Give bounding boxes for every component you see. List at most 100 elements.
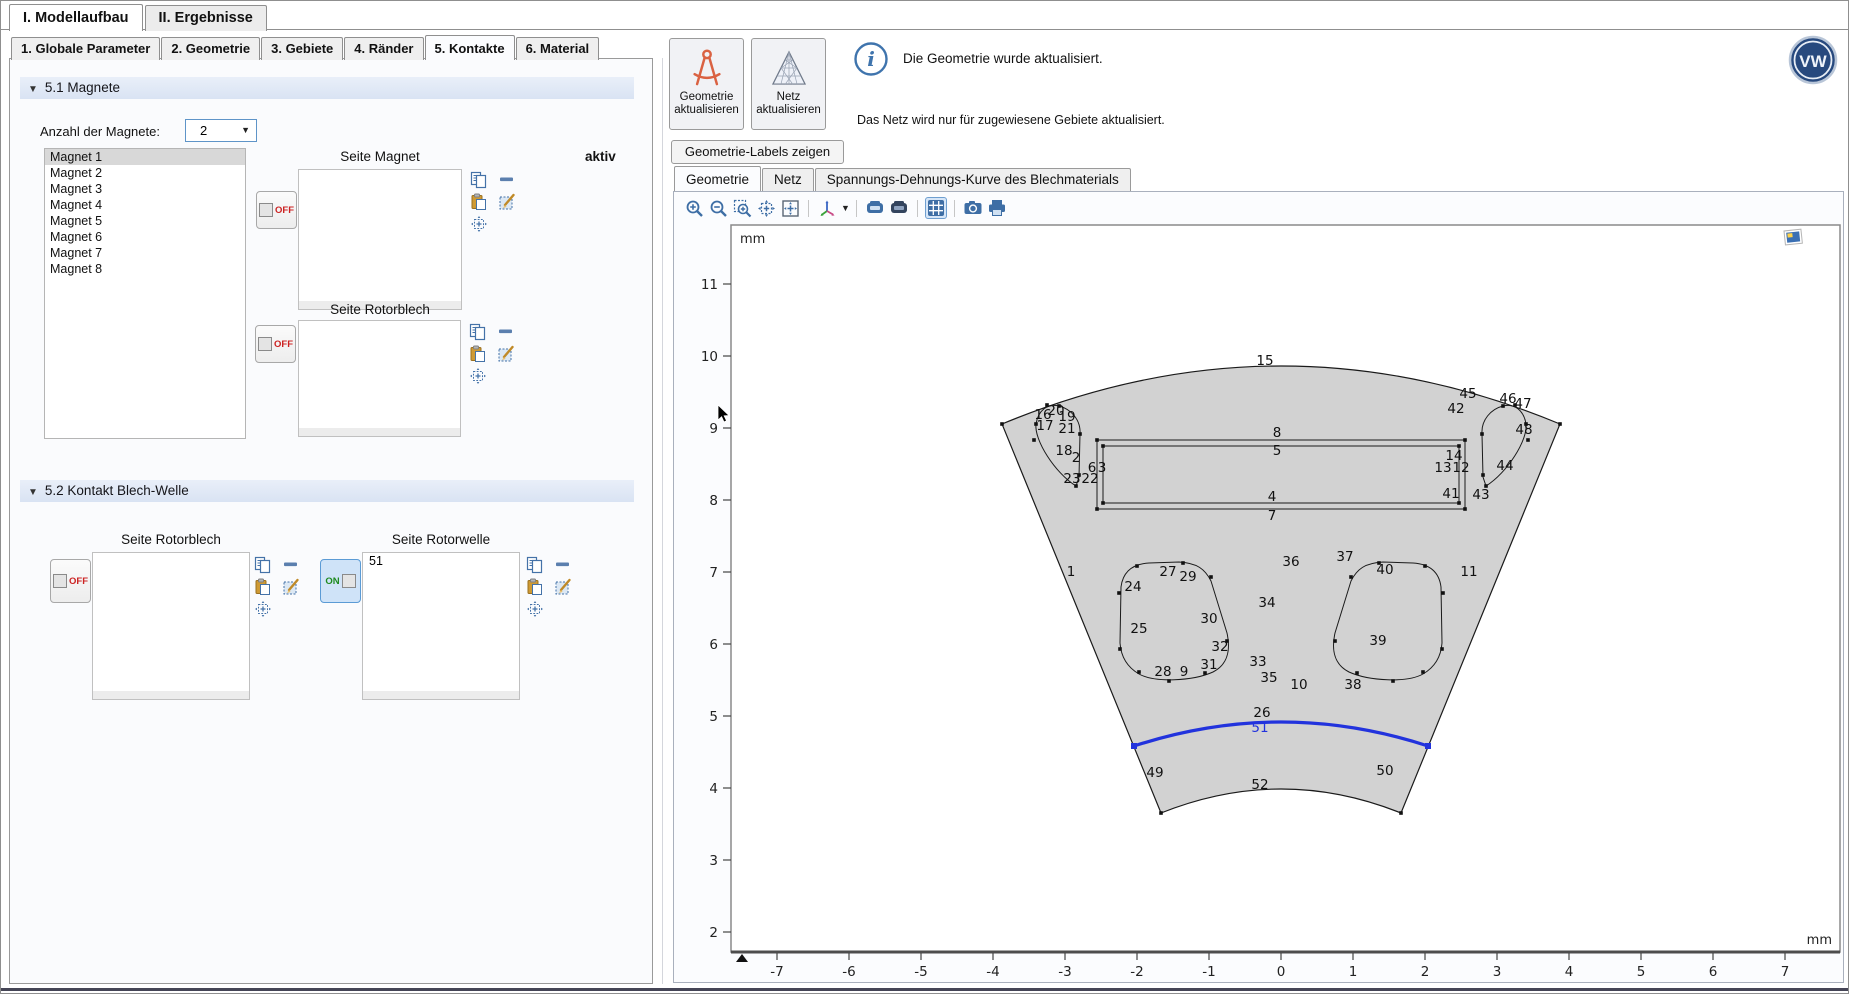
paste-selection-icon[interactable]: [469, 345, 487, 363]
netz-aktualisieren-button[interactable]: Netz aktualisieren: [751, 38, 826, 130]
kontakt-rotorwelle-toggle[interactable]: ON: [320, 559, 361, 603]
paste-selection-icon[interactable]: [526, 578, 544, 596]
edge-label-2: 2: [1072, 450, 1081, 466]
y-tick-label: 2: [709, 925, 718, 941]
geometry-plot-svg: 1516201917211822322638547141312414344484…: [674, 192, 1845, 984]
zoom-to-selection-icon[interactable]: [470, 215, 488, 233]
section-header-magnete[interactable]: ▼5.1 Magnete: [20, 77, 634, 99]
vertex-dot: [1095, 507, 1099, 511]
y-tick-label: 5: [709, 709, 718, 725]
edge-label-45: 45: [1459, 386, 1476, 402]
panel-splitter[interactable]: [662, 58, 663, 984]
edge-label-24: 24: [1124, 579, 1141, 595]
tab-ergebnisse[interactable]: II. Ergebnisse: [145, 5, 267, 31]
magnet-list-item[interactable]: Magnet 7: [45, 245, 245, 261]
geometrie-aktualisieren-button[interactable]: Geometrie aktualisieren: [669, 38, 744, 130]
zoom-out-icon[interactable]: [707, 197, 729, 219]
edge-label-17: 17: [1036, 418, 1053, 434]
geometry-plot[interactable]: 1516201917211822322638547141312414344484…: [674, 192, 1845, 984]
image-copy-icon[interactable]: [864, 197, 886, 219]
vertex-dot: [1118, 647, 1122, 651]
paste-selection-icon[interactable]: [470, 193, 488, 211]
copy-selection-icon[interactable]: [470, 171, 488, 189]
zoom-selected-icon[interactable]: [755, 197, 777, 219]
view-tab-geometrie[interactable]: Geometrie: [674, 166, 761, 191]
magnet-list[interactable]: Magnet 1Magnet 2Magnet 3Magnet 4Magnet 5…: [44, 148, 246, 439]
image-save-icon[interactable]: [888, 197, 910, 219]
subtab-5-kontakte[interactable]: 5. Kontakte: [425, 35, 515, 60]
zoom-to-selection-icon[interactable]: [254, 600, 272, 618]
clear-selection-icon[interactable]: [498, 193, 516, 211]
copy-selection-icon[interactable]: [469, 323, 487, 341]
magnet-list-item[interactable]: Magnet 8: [45, 261, 245, 277]
magnet-list-item[interactable]: Magnet 2: [45, 165, 245, 181]
kontakt-rotorblech-selection-box[interactable]: [92, 552, 250, 700]
remove-selection-icon[interactable]: [554, 556, 572, 574]
copy-selection-icon[interactable]: [526, 556, 544, 574]
mesh-triangle-icon: [752, 47, 825, 91]
edge-label-36: 36: [1282, 554, 1299, 570]
clear-selection-icon[interactable]: [554, 578, 572, 596]
clear-selection-icon[interactable]: [282, 578, 300, 596]
zoom-to-selection-icon[interactable]: [469, 367, 487, 385]
zoom-in-icon[interactable]: [683, 197, 705, 219]
edge-label-48: 48: [1515, 422, 1532, 438]
anzahl-dropdown[interactable]: 2 ▼: [185, 119, 257, 142]
kontakt-rotorwelle-selection-box[interactable]: 51: [362, 552, 520, 700]
remove-selection-icon[interactable]: [498, 171, 516, 189]
magnet-list-item[interactable]: Magnet 6: [45, 229, 245, 245]
subtab-3-gebiete[interactable]: 3. Gebiete: [261, 37, 343, 60]
section-header-kontakt[interactable]: ▼5.2 Kontakt Blech-Welle: [20, 480, 634, 502]
magnet-list-item[interactable]: Magnet 4: [45, 197, 245, 213]
app-window: I. Modellaufbau II. Ergebnisse 1. Global…: [0, 0, 1849, 994]
collapse-caret-icon[interactable]: ▼: [28, 482, 38, 504]
tab-modellaufbau[interactable]: I. Modellaufbau: [9, 4, 143, 31]
seite-magnet-selection-box[interactable]: [298, 169, 462, 310]
graphics-toolbar: ▼: [682, 196, 1009, 220]
remove-selection-icon[interactable]: [282, 556, 300, 574]
zoom-extents-icon[interactable]: [779, 197, 801, 219]
magnet-list-item[interactable]: Magnet 5: [45, 213, 245, 229]
seite-rotorblech-selection-box[interactable]: [298, 320, 461, 437]
seite-rotorblech-toggle[interactable]: OFF: [255, 325, 296, 363]
axis-orientation-icon[interactable]: [816, 197, 838, 219]
edge-label-21: 21: [1058, 421, 1075, 437]
edge-label-6: 6: [1088, 460, 1097, 476]
grid-toggle-icon[interactable]: [925, 197, 947, 219]
subtab-1-globale-parameter[interactable]: 1. Globale Parameter: [11, 37, 160, 60]
subtab-6-material[interactable]: 6. Material: [516, 37, 600, 60]
magnet-list-item[interactable]: Magnet 3: [45, 181, 245, 197]
clear-selection-icon[interactable]: [497, 345, 515, 363]
y-tick-label: 6: [709, 637, 718, 653]
edge-label-32: 32: [1211, 639, 1228, 655]
vertex-dot: [1135, 564, 1139, 568]
subtab-2-geometrie[interactable]: 2. Geometrie: [161, 37, 260, 60]
remove-selection-icon[interactable]: [497, 323, 515, 341]
subtab-4-ränder[interactable]: 4. Ränder: [344, 37, 423, 60]
geometrie-labels-zeigen-button[interactable]: Geometrie-Labels zeigen: [671, 140, 844, 164]
camera-snapshot-icon[interactable]: [962, 197, 984, 219]
zoom-box-icon[interactable]: [731, 197, 753, 219]
magnet-list-item[interactable]: Magnet 1: [45, 149, 245, 165]
view-tab-netz[interactable]: Netz: [762, 168, 814, 191]
axis-dropdown-caret-icon[interactable]: ▼: [841, 203, 850, 213]
seite-magnet-toggle[interactable]: OFF: [256, 191, 297, 229]
kontakt-rotorblech-toggle[interactable]: OFF: [50, 559, 91, 603]
view-tab-spannungs-dehnungs-kurve[interactable]: Spannungs-Dehnungs-Kurve des Blechmateri…: [815, 168, 1131, 191]
collapse-caret-icon[interactable]: ▼: [28, 79, 38, 101]
edge-label-33: 33: [1249, 654, 1266, 670]
print-icon[interactable]: [986, 197, 1008, 219]
edge-label-28: 28: [1154, 664, 1171, 680]
vertex-dot: [1101, 501, 1105, 505]
selected-boundary-item[interactable]: 51: [363, 553, 519, 568]
edge-label-1: 1: [1067, 564, 1076, 580]
paste-selection-icon[interactable]: [254, 578, 272, 596]
zoom-to-selection-icon[interactable]: [526, 600, 544, 618]
edge-label-8: 8: [1273, 425, 1282, 441]
vertex-dot: [1391, 679, 1395, 683]
vertex-dot: [1463, 507, 1467, 511]
copy-selection-icon[interactable]: [254, 556, 272, 574]
edge-label-39: 39: [1369, 633, 1386, 649]
y-axis-unit-label: mm: [740, 232, 765, 247]
x-tick-label: 0: [1277, 964, 1286, 980]
